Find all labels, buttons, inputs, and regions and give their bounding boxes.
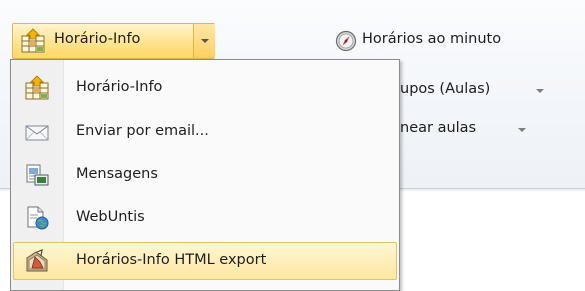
menu-item-enviar-por-email[interactable]: Enviar por email... [13, 113, 397, 151]
menu-item-label: Horário-Info [76, 79, 163, 95]
planear-aulas-label: near aulas [400, 120, 477, 136]
horario-info-dropdown-menu: Horário-Info Enviar por email... Mensage… [10, 59, 400, 291]
compass-icon [335, 30, 357, 52]
horarios-ao-minuto-button[interactable]: Horários ao minuto [335, 27, 580, 55]
timetable-info-icon [21, 28, 45, 53]
html-export-icon [26, 249, 48, 272]
menu-item-mensagens[interactable]: Mensagens [13, 156, 397, 194]
chevron-down-icon [518, 128, 526, 132]
chevron-down-icon [201, 39, 209, 43]
menu-item-horario-info[interactable]: Horário-Info [13, 69, 397, 107]
horario-info-split-button[interactable]: Horário-Info [12, 23, 215, 59]
menu-item-label: WebUntis [76, 209, 145, 225]
webuntis-icon [27, 206, 49, 230]
menu-item-label: Horários-Info HTML export [76, 252, 267, 268]
horario-info-button[interactable]: Horário-Info [13, 24, 193, 58]
messages-icon [26, 164, 49, 186]
horarios-ao-minuto-label: Horários ao minuto [362, 31, 502, 47]
menu-item-webuntis[interactable]: WebUntis [13, 199, 397, 237]
grupos-aulas-label: upos (Aulas) [400, 81, 491, 97]
chevron-down-icon [536, 89, 544, 93]
menu-item-label: Enviar por email... [76, 123, 209, 139]
menu-item-horarios-info-html-export[interactable]: Horários-Info HTML export [13, 242, 397, 280]
grupos-aulas-button[interactable]: upos (Aulas) [398, 78, 558, 104]
planear-aulas-button[interactable]: near aulas [398, 117, 558, 143]
horario-info-button-label: Horário-Info [54, 31, 141, 47]
menu-item-label: Mensagens [76, 166, 158, 182]
envelope-icon [25, 125, 49, 141]
horario-info-dropdown-arrow[interactable] [193, 24, 215, 58]
timetable-info-icon [25, 75, 49, 100]
